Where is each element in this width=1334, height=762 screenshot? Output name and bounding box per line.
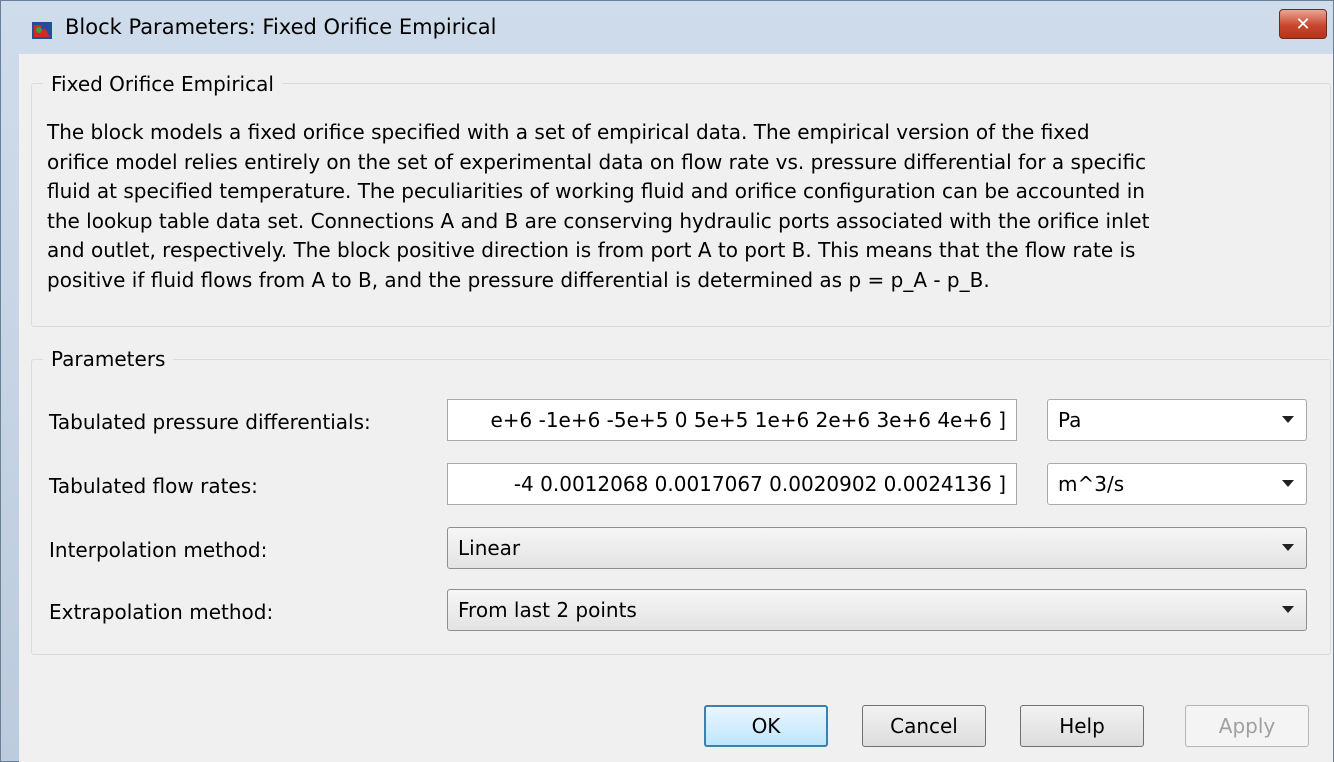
pressure-unit-value: Pa [1058, 408, 1082, 432]
interpolation-method-select[interactable]: Linear [447, 527, 1307, 569]
apply-button[interactable]: Apply [1185, 705, 1309, 747]
pressure-differentials-value: e+6 -1e+6 -5e+5 0 5e+5 1e+6 2e+6 3e+6 4e… [490, 408, 1006, 432]
block-description: The block models a fixed orifice specifi… [47, 118, 1334, 295]
chevron-down-icon [1282, 480, 1294, 487]
close-button[interactable]: ✕ [1279, 9, 1327, 39]
simulink-block-icon [31, 19, 53, 41]
apply-button-label: Apply [1218, 714, 1276, 738]
flow-rates-label: Tabulated flow rates: [49, 474, 258, 498]
parameters-group-title: Parameters [43, 347, 174, 371]
flow-rates-input[interactable]: -4 0.0012068 0.0017067 0.0020902 0.00241… [447, 463, 1017, 505]
help-button-label: Help [1059, 714, 1105, 738]
title-bar[interactable]: Block Parameters: Fixed Orifice Empirica… [1, 1, 1333, 53]
description-line: the lookup table data set. Connections A… [47, 208, 1150, 233]
description-group-title: Fixed Orifice Empirical [43, 72, 282, 96]
description-line: fluid at specified temperature. The pecu… [47, 179, 1145, 203]
description-line: The block models a fixed orifice specifi… [47, 120, 1090, 144]
pressure-differentials-label: Tabulated pressure differentials: [49, 410, 371, 434]
pressure-differentials-input[interactable]: e+6 -1e+6 -5e+5 0 5e+5 1e+6 2e+6 3e+6 4e… [447, 399, 1017, 441]
chevron-down-icon [1282, 416, 1294, 423]
chevron-down-icon [1282, 606, 1294, 613]
description-line: positive if fluid flows from A to B, and… [47, 267, 990, 292]
flow-rates-value: -4 0.0012068 0.0017067 0.0020902 0.00241… [513, 472, 1006, 496]
chevron-down-icon [1282, 544, 1294, 551]
flow-unit-select[interactable]: m^3/s [1047, 463, 1307, 505]
flow-unit-value: m^3/s [1058, 472, 1125, 496]
cancel-button-label: Cancel [890, 714, 958, 738]
close-icon: ✕ [1295, 13, 1311, 35]
ok-button-label: OK [751, 714, 781, 738]
extrapolation-method-label: Extrapolation method: [49, 600, 274, 624]
extrapolation-method-value: From last 2 points [458, 598, 637, 622]
description-line: and outlet, respectively. The block posi… [47, 238, 1136, 262]
dialog-window: Block Parameters: Fixed Orifice Empirica… [0, 0, 1334, 762]
window-title: Block Parameters: Fixed Orifice Empirica… [65, 15, 497, 39]
extrapolation-method-select[interactable]: From last 2 points [447, 589, 1307, 631]
interpolation-method-value: Linear [458, 536, 521, 560]
interpolation-method-label: Interpolation method: [49, 538, 268, 562]
description-line: orifice model relies entirely on the set… [47, 149, 1147, 174]
pressure-unit-select[interactable]: Pa [1047, 399, 1307, 441]
help-button[interactable]: Help [1020, 705, 1144, 747]
ok-button[interactable]: OK [704, 705, 828, 747]
cancel-button[interactable]: Cancel [862, 705, 986, 747]
